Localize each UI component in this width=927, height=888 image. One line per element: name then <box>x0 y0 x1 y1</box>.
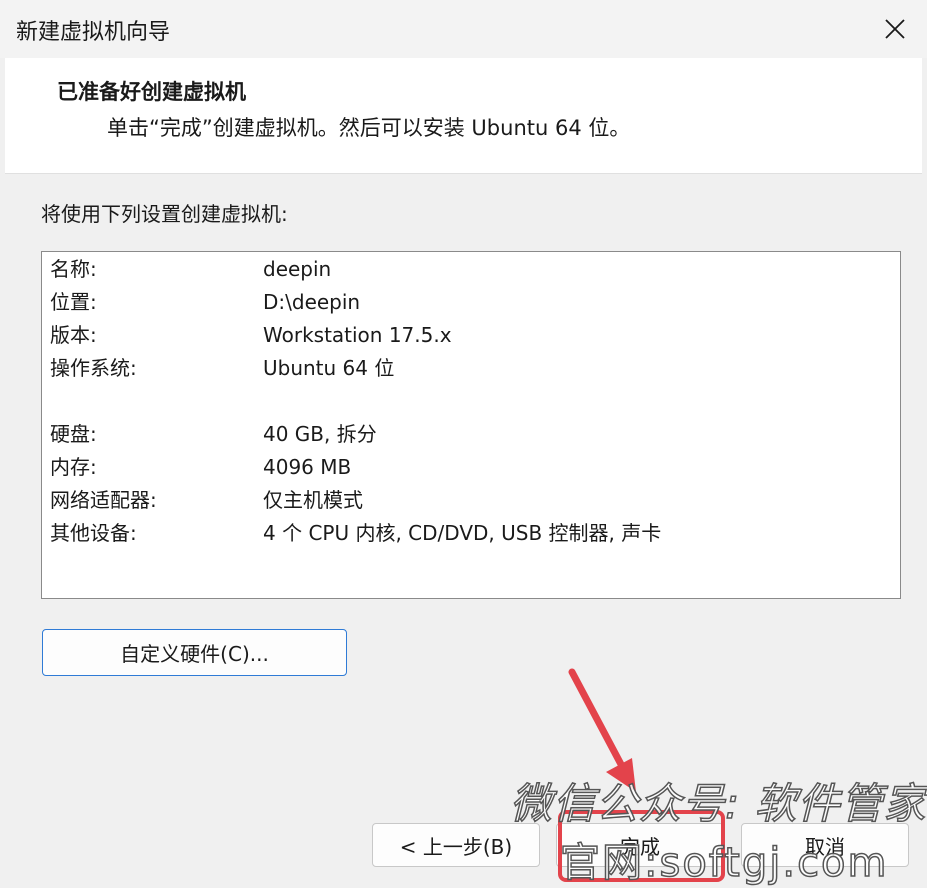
summary-value: deepin <box>263 257 332 281</box>
close-icon <box>885 19 905 39</box>
customize-hardware-button[interactable]: 自定义硬件(C)... <box>42 629 347 676</box>
summary-row-location: 位置: D:\deepin <box>42 286 900 319</box>
settings-summary: 名称: deepin 位置: D:\deepin 版本: Workstation… <box>41 251 901 599</box>
summary-value: D:\deepin <box>263 290 361 314</box>
window-title: 新建虚拟机向导 <box>16 20 171 45</box>
summary-value: 仅主机模式 <box>263 488 363 512</box>
summary-label: 内存: <box>50 455 97 479</box>
summary-row-version: 版本: Workstation 17.5.x <box>42 319 900 352</box>
wizard-header: 已准备好创建虚拟机 单击“完成”创建虚拟机。然后可以安装 Ubuntu 64 位… <box>5 58 922 173</box>
summary-label: 操作系统: <box>50 356 137 380</box>
summary-value: 4096 MB <box>263 455 352 479</box>
intro-text: 将使用下列设置创建虚拟机: <box>41 202 288 226</box>
summary-row-devices: 其他设备: 4 个 CPU 内核, CD/DVD, USB 控制器, 声卡 <box>42 517 900 550</box>
summary-value: Workstation 17.5.x <box>263 323 452 347</box>
summary-row-network: 网络适配器: 仅主机模式 <box>42 484 900 517</box>
summary-label: 硬盘: <box>50 422 97 446</box>
summary-label: 名称: <box>50 257 97 281</box>
close-button[interactable] <box>863 0 927 58</box>
title-bar: 新建虚拟机向导 <box>0 0 927 58</box>
page-subtitle: 单击“完成”创建虚拟机。然后可以安装 Ubuntu 64 位。 <box>107 116 631 140</box>
watermark-website: 官网:softgj.com <box>559 839 889 887</box>
summary-label: 版本: <box>50 323 97 347</box>
summary-value: 4 个 CPU 内核, CD/DVD, USB 控制器, 声卡 <box>263 521 662 545</box>
summary-row-memory: 内存: 4096 MB <box>42 451 900 484</box>
summary-label: 网络适配器: <box>50 488 157 512</box>
summary-label: 其他设备: <box>50 521 137 545</box>
summary-value: Ubuntu 64 位 <box>263 356 395 380</box>
summary-label: 位置: <box>50 290 97 314</box>
summary-value: 40 GB, 拆分 <box>263 422 377 446</box>
summary-row-disk: 硬盘: 40 GB, 拆分 <box>42 418 900 451</box>
summary-row-name: 名称: deepin <box>42 253 900 286</box>
summary-row-os: 操作系统: Ubuntu 64 位 <box>42 352 900 385</box>
watermark-wechat: 微信公众号: 软件管家 <box>509 778 927 829</box>
page-title: 已准备好创建虚拟机 <box>57 80 246 104</box>
